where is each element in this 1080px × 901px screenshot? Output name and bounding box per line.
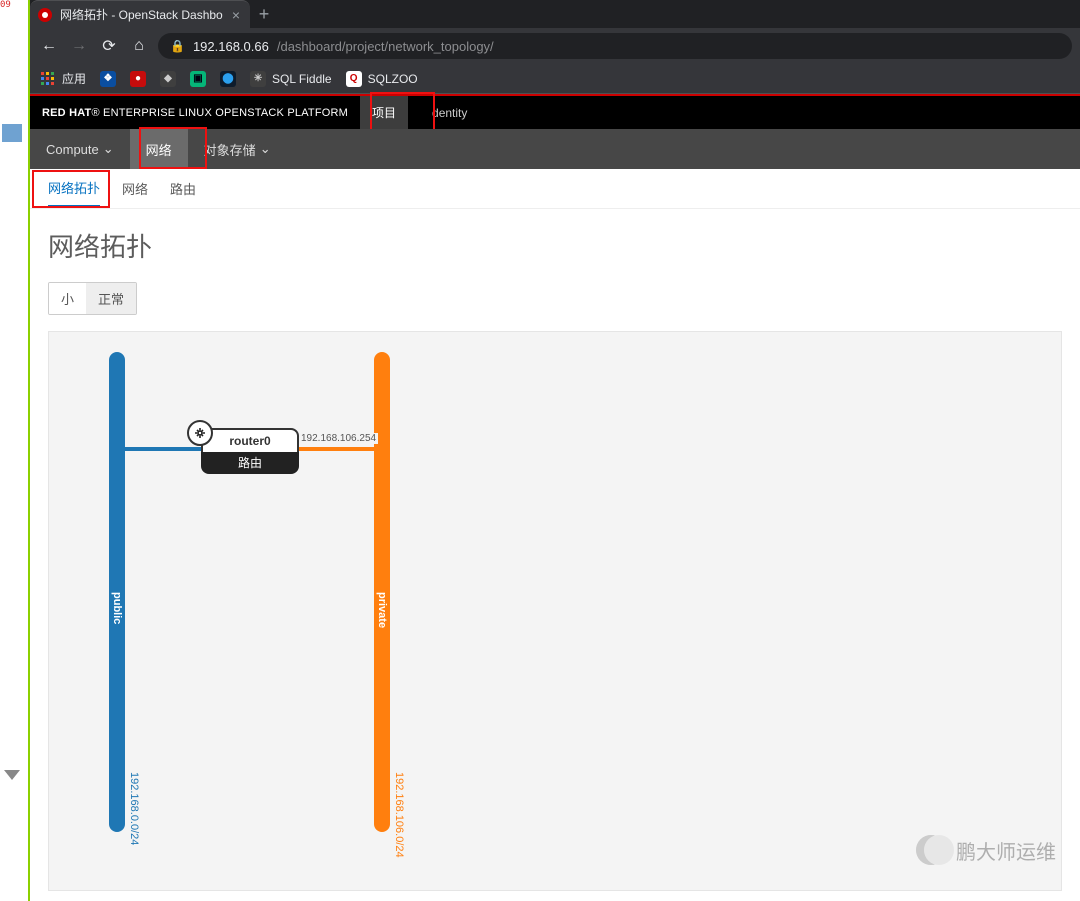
bookmark-icon: ❖: [100, 71, 116, 87]
tertiary-nav: 网络拓扑 网络 路由: [30, 169, 1080, 209]
network-label-private: private: [376, 592, 388, 628]
size-small-button[interactable]: 小: [49, 283, 86, 314]
tab-title: 网络拓扑 - OpenStack Dashbo: [60, 6, 223, 23]
forward-icon[interactable]: →: [68, 37, 90, 55]
ternav-networks[interactable]: 网络: [122, 171, 148, 206]
sqlfiddle-bookmark[interactable]: ✳ SQL Fiddle: [250, 71, 332, 87]
network-cidr-public: 192.168.0.0/24: [128, 772, 140, 845]
back-icon[interactable]: ←: [38, 37, 60, 55]
ternav-topology[interactable]: 网络拓扑: [48, 170, 100, 208]
network-bar-public[interactable]: public 192.168.0.0/24: [109, 352, 125, 832]
router-name: router0: [201, 428, 299, 452]
close-tab-icon[interactable]: ×: [232, 7, 240, 23]
size-toggle: 小 正常: [48, 282, 137, 315]
chevron-down-icon: ⌄: [260, 141, 271, 157]
tab-project[interactable]: 项目: [360, 96, 408, 129]
router-link-private: [297, 447, 374, 451]
topology-canvas[interactable]: public 192.168.0.0/24 private 192.168.10…: [48, 331, 1062, 891]
browser-tab-strip: 网络拓扑 - OpenStack Dashbo × +: [30, 0, 1080, 28]
sqlzoo-label: SQLZOO: [368, 72, 418, 86]
bookmark-icon: ◆: [160, 71, 176, 87]
network-cidr-private: 192.168.106.0/24: [393, 772, 405, 858]
secnav-compute[interactable]: Compute ⌄: [30, 129, 130, 169]
ternav-routers[interactable]: 路由: [170, 171, 196, 206]
redhat-favicon-icon: [38, 8, 52, 22]
apps-bookmark[interactable]: 应用: [40, 70, 86, 87]
router-node[interactable]: router0 路由: [201, 428, 299, 474]
url-path: /dashboard/project/network_topology/: [277, 39, 494, 54]
sqlfiddle-icon: ✳: [250, 71, 266, 87]
network-bar-private[interactable]: private 192.168.106.0/24: [374, 352, 390, 832]
sqlfiddle-label: SQL Fiddle: [272, 72, 332, 86]
address-bar[interactable]: 🔒 192.168.0.66/dashboard/project/network…: [158, 33, 1072, 59]
sqlzoo-icon: Q: [346, 71, 362, 87]
bookmark-icon: ⬤: [220, 71, 236, 87]
browser-toolbar: ← → ⟳ ⌂ 🔒 192.168.0.66/dashboard/project…: [30, 28, 1080, 64]
network-label-public: public: [111, 592, 123, 624]
bookmarks-bar: 应用 ❖ ● ◆ ▣ ⬤ ✳ SQL Fiddle Q SQLZOO: [30, 64, 1080, 94]
router-type: 路由: [201, 452, 299, 474]
bookmark-2[interactable]: ●: [130, 71, 146, 87]
secnav-network[interactable]: 网络: [130, 129, 188, 169]
page-title: 网络拓扑: [48, 227, 1062, 264]
apps-grid-icon: [40, 71, 56, 87]
url-host: 192.168.0.66: [193, 39, 269, 54]
bookmark-icon: ▣: [190, 71, 206, 87]
new-tab-button[interactable]: +: [250, 0, 278, 28]
editor-gutter: 09: [0, 0, 30, 901]
chevron-down-icon: ⌄: [103, 141, 114, 157]
bookmark-4[interactable]: ▣: [190, 71, 206, 87]
platform-top-bar: RED HAT® ENTERPRISE LINUX OPENSTACK PLAT…: [30, 94, 1080, 129]
bookmark-5[interactable]: ⬤: [220, 71, 236, 87]
secondary-nav: Compute ⌄ 网络 对象存储 ⌄: [30, 129, 1080, 169]
browser-tab[interactable]: 网络拓扑 - OpenStack Dashbo ×: [30, 0, 250, 28]
bookmark-1[interactable]: ❖: [100, 71, 116, 87]
line-number-badge: 09: [0, 0, 11, 10]
bookmark-icon: ●: [130, 71, 146, 87]
home-icon[interactable]: ⌂: [128, 37, 150, 55]
gutter-marker-icon: [4, 770, 20, 780]
apps-bookmark-label: 应用: [62, 70, 86, 87]
tab-identity[interactable]: dentity: [420, 96, 479, 129]
lock-icon: 🔒: [170, 39, 185, 53]
brand-label: RED HAT® ENTERPRISE LINUX OPENSTACK PLAT…: [42, 107, 348, 119]
router-icon: [187, 420, 213, 446]
size-normal-button[interactable]: 正常: [86, 283, 136, 314]
reload-icon[interactable]: ⟳: [98, 36, 120, 56]
sqlzoo-bookmark[interactable]: Q SQLZOO: [346, 71, 418, 87]
secnav-object-storage[interactable]: 对象存储 ⌄: [188, 129, 287, 169]
gutter-swatch: [2, 124, 22, 142]
bookmark-3[interactable]: ◆: [160, 71, 176, 87]
router-port-ip: 192.168.106.254: [299, 433, 378, 444]
page-body: 网络拓扑 小 正常 public 192.168.0.0/24 private …: [30, 209, 1080, 901]
